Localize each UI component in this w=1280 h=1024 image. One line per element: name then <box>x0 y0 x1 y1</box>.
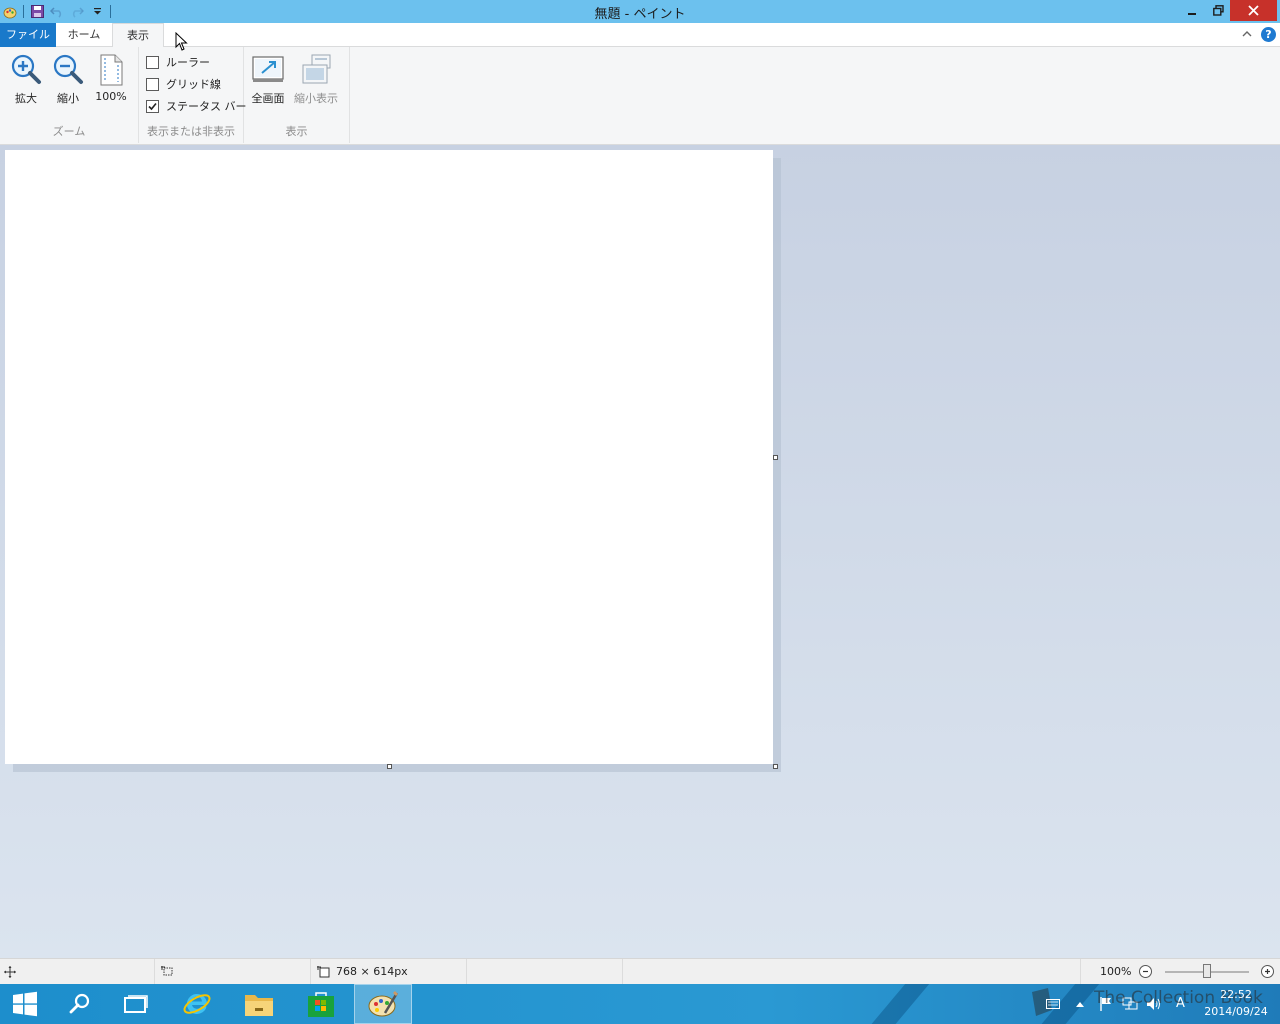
search-icon <box>69 993 90 1014</box>
clock-date: 2014/09/24 <box>1204 1005 1268 1018</box>
full-screen-label: 全画面 <box>251 92 285 105</box>
cursor-position-cell <box>0 959 155 984</box>
zoom-in-label: 拡大 <box>15 92 37 105</box>
resize-handle-corner[interactable] <box>773 764 778 769</box>
actual-size-button[interactable]: 100% <box>92 53 130 111</box>
mouse-pointer-icon <box>175 32 188 51</box>
full-screen-icon <box>252 56 284 82</box>
windows-logo-icon <box>13 991 37 1017</box>
window-title: 無題 - ペイント <box>594 7 686 22</box>
start-button[interactable] <box>0 984 50 1024</box>
zoom-out-status-button[interactable] <box>1139 965 1152 978</box>
restore-button[interactable] <box>1206 0 1230 21</box>
thumbnail-icon <box>302 54 331 84</box>
folder-icon <box>245 995 273 1016</box>
zoom-slider-thumb[interactable] <box>1203 964 1211 978</box>
ribbon-tab-bar: ファイル ホーム 表示 <box>0 23 1280 48</box>
gridlines-checkbox[interactable]: グリッド線 <box>146 75 221 93</box>
internet-explorer-button[interactable] <box>174 984 220 1024</box>
checkmark-icon <box>148 102 157 110</box>
status-bar-checkbox-label: ステータス バー <box>166 100 247 113</box>
selection-size-icon <box>161 965 173 975</box>
zoom-percentage: 100% <box>1100 965 1132 978</box>
canvas-workspace[interactable] <box>0 145 1280 958</box>
tab-file[interactable]: ファイル <box>0 23 56 47</box>
close-button[interactable] <box>1230 0 1277 21</box>
tab-view[interactable]: 表示 <box>112 23 164 48</box>
help-icon[interactable]: ? <box>1261 27 1276 42</box>
drawing-canvas[interactable] <box>5 150 773 764</box>
display-group-label: 表示 <box>285 125 308 138</box>
status-bar-checkbox[interactable]: ステータス バー <box>146 97 247 115</box>
image-size-text: 768 × 614px <box>336 965 408 978</box>
task-view-icon <box>124 995 148 1013</box>
selection-size-cell <box>155 959 311 984</box>
zoom-group: 拡大 縮小 100% ズーム <box>0 47 139 143</box>
paint-taskbar-button[interactable] <box>354 984 412 1024</box>
zoom-out-icon <box>53 54 83 84</box>
task-view-button[interactable] <box>114 984 158 1024</box>
store-button[interactable] <box>298 984 344 1024</box>
search-button[interactable] <box>58 984 102 1024</box>
taskbar: A The Collection Book 22:52 2014/09/24 <box>0 984 1280 1024</box>
resize-handle-right[interactable] <box>773 455 778 460</box>
zoom-in-status-button[interactable] <box>1261 965 1274 978</box>
ribbon: 拡大 縮小 100% ズーム 表示または非表示 ルーラー グリッド線 ステータス… <box>0 47 1280 145</box>
status-bar-checkbox-box[interactable] <box>146 99 159 113</box>
minus-icon <box>1143 970 1148 973</box>
show-hidden-icons-chevron-icon[interactable] <box>1076 1001 1084 1007</box>
cursor-position-icon <box>4 965 16 978</box>
zoom-out-button[interactable]: 縮小 <box>50 53 86 111</box>
full-screen-button[interactable]: 全画面 <box>248 53 288 111</box>
show-hide-group-label: 表示または非表示 <box>147 125 235 138</box>
status-spacer-cell <box>623 959 1081 984</box>
image-size-icon <box>317 965 330 977</box>
zoom-group-label: ズーム <box>52 125 86 138</box>
image-size-cell: 768 × 614px <box>311 959 467 984</box>
paint-palette-icon <box>368 991 399 1017</box>
gridlines-checkbox-box[interactable] <box>146 77 159 91</box>
internet-explorer-icon <box>183 993 211 1014</box>
thumbnail-label: 縮小表示 <box>294 92 338 105</box>
minimize-icon <box>1188 12 1196 15</box>
plus-icon <box>1265 969 1270 974</box>
collapse-ribbon-chevron-icon[interactable] <box>1240 27 1254 41</box>
keyboard-icon[interactable] <box>1046 999 1060 1009</box>
clock-time: 22:52 <box>1220 988 1252 1001</box>
file-size-cell <box>467 959 623 984</box>
display-group: 全画面 縮小表示 表示 <box>244 47 350 143</box>
clock[interactable]: 22:52 2014/09/24 <box>1196 986 1276 1020</box>
gridlines-checkbox-label: グリッド線 <box>166 78 221 91</box>
thumbnail-button[interactable]: 縮小表示 <box>292 53 340 111</box>
title-bar: 無題 - ペイント <box>0 0 1280 23</box>
zoom-out-label: 縮小 <box>57 92 79 105</box>
minimize-button[interactable] <box>1178 0 1206 21</box>
status-bar: 768 × 614px 100% <box>0 958 1280 984</box>
file-explorer-button[interactable] <box>236 984 282 1024</box>
ruler-checkbox[interactable]: ルーラー <box>146 53 210 71</box>
ruler-checkbox-box[interactable] <box>146 55 159 69</box>
actual-size-label: 100% <box>95 90 127 103</box>
close-icon <box>1248 5 1259 16</box>
zoom-in-button[interactable]: 拡大 <box>8 53 44 111</box>
actual-size-page-icon <box>100 54 123 86</box>
zoom-in-icon <box>11 54 41 84</box>
store-bag-icon <box>308 992 334 1017</box>
restore-icon <box>1212 5 1224 16</box>
ruler-checkbox-label: ルーラー <box>166 56 210 69</box>
tab-home[interactable]: ホーム <box>57 23 111 47</box>
resize-handle-bottom[interactable] <box>387 764 392 769</box>
taskbar-stripe <box>854 984 930 1024</box>
